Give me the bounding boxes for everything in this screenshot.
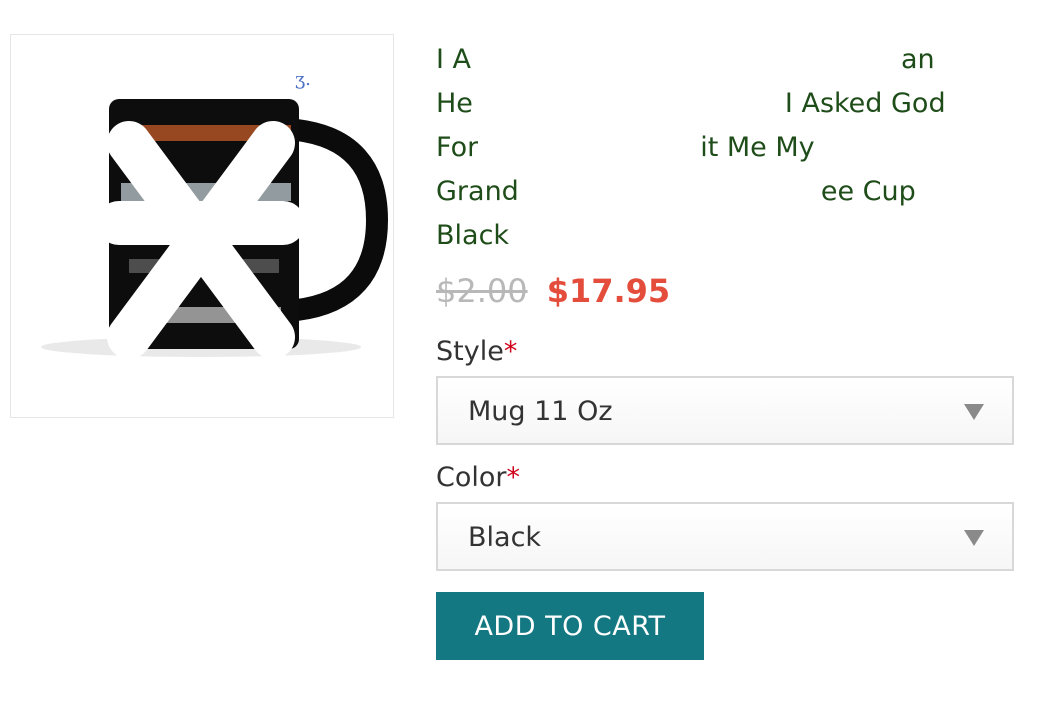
product-image[interactable]: ʒ.	[10, 34, 394, 418]
title-line-3: For it Me My	[436, 126, 996, 170]
title-line-5: Black	[436, 220, 510, 251]
price-row: $2.00 $17.95	[436, 272, 670, 316]
original-price: $2.00	[436, 272, 528, 310]
required-asterisk: *	[503, 336, 518, 367]
sale-price: $17.95	[546, 272, 671, 310]
product-title: I Aan He I Asked God For it Me My Grand ee …	[436, 38, 996, 258]
mug-illustration: ʒ.	[41, 69, 389, 359]
color-label: Color*	[436, 462, 520, 493]
style-select[interactable]: Mug 11 Oz	[436, 376, 1014, 445]
title-line-4: Grand ee Cup	[436, 170, 996, 214]
title-line-2: He I Asked God	[436, 82, 996, 126]
color-select[interactable]: Black	[436, 502, 1014, 571]
add-to-cart-button[interactable]: ADD TO CART	[436, 592, 704, 660]
required-asterisk: *	[506, 462, 521, 493]
style-selected-value: Mug 11 Oz	[468, 396, 613, 427]
svg-text:ʒ.: ʒ.	[295, 69, 311, 90]
dropdown-arrow-icon	[964, 404, 984, 420]
title-line-1: I Aan	[436, 38, 996, 82]
style-label: Style*	[436, 336, 518, 367]
dropdown-arrow-icon	[964, 530, 984, 546]
color-selected-value: Black	[468, 522, 542, 553]
